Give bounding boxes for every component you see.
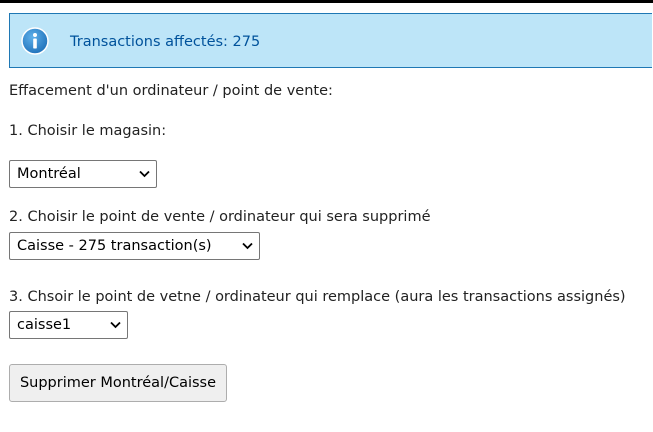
step3-label: 3. Chsoir le point de vetne / ordinateur…: [9, 289, 626, 305]
chevron-down-icon: [110, 321, 121, 329]
top-border: [0, 0, 653, 3]
step1-label: 1. Choisir le magasin:: [9, 123, 167, 139]
info-icon: [21, 27, 49, 55]
store-select-value: Montréal: [17, 166, 81, 182]
form-heading: Effacement d'un ordinateur / point de ve…: [9, 83, 333, 99]
delete-button[interactable]: Supprimer Montréal/Caisse: [9, 364, 227, 402]
chevron-down-icon: [242, 242, 253, 250]
store-select[interactable]: Montréal: [9, 160, 157, 188]
info-alert: Transactions affectés: 275: [9, 13, 652, 68]
pos-replace-select-value: caisse1: [17, 317, 72, 333]
pos-replace-select[interactable]: caisse1: [9, 311, 128, 339]
chevron-down-icon: [139, 170, 150, 178]
pos-delete-select[interactable]: Caisse - 275 transaction(s): [9, 232, 260, 260]
alert-message: Transactions affectés: 275: [70, 34, 261, 50]
step2-label: 2. Choisir le point de vente / ordinateu…: [9, 209, 431, 225]
pos-delete-select-value: Caisse - 275 transaction(s): [17, 238, 212, 254]
